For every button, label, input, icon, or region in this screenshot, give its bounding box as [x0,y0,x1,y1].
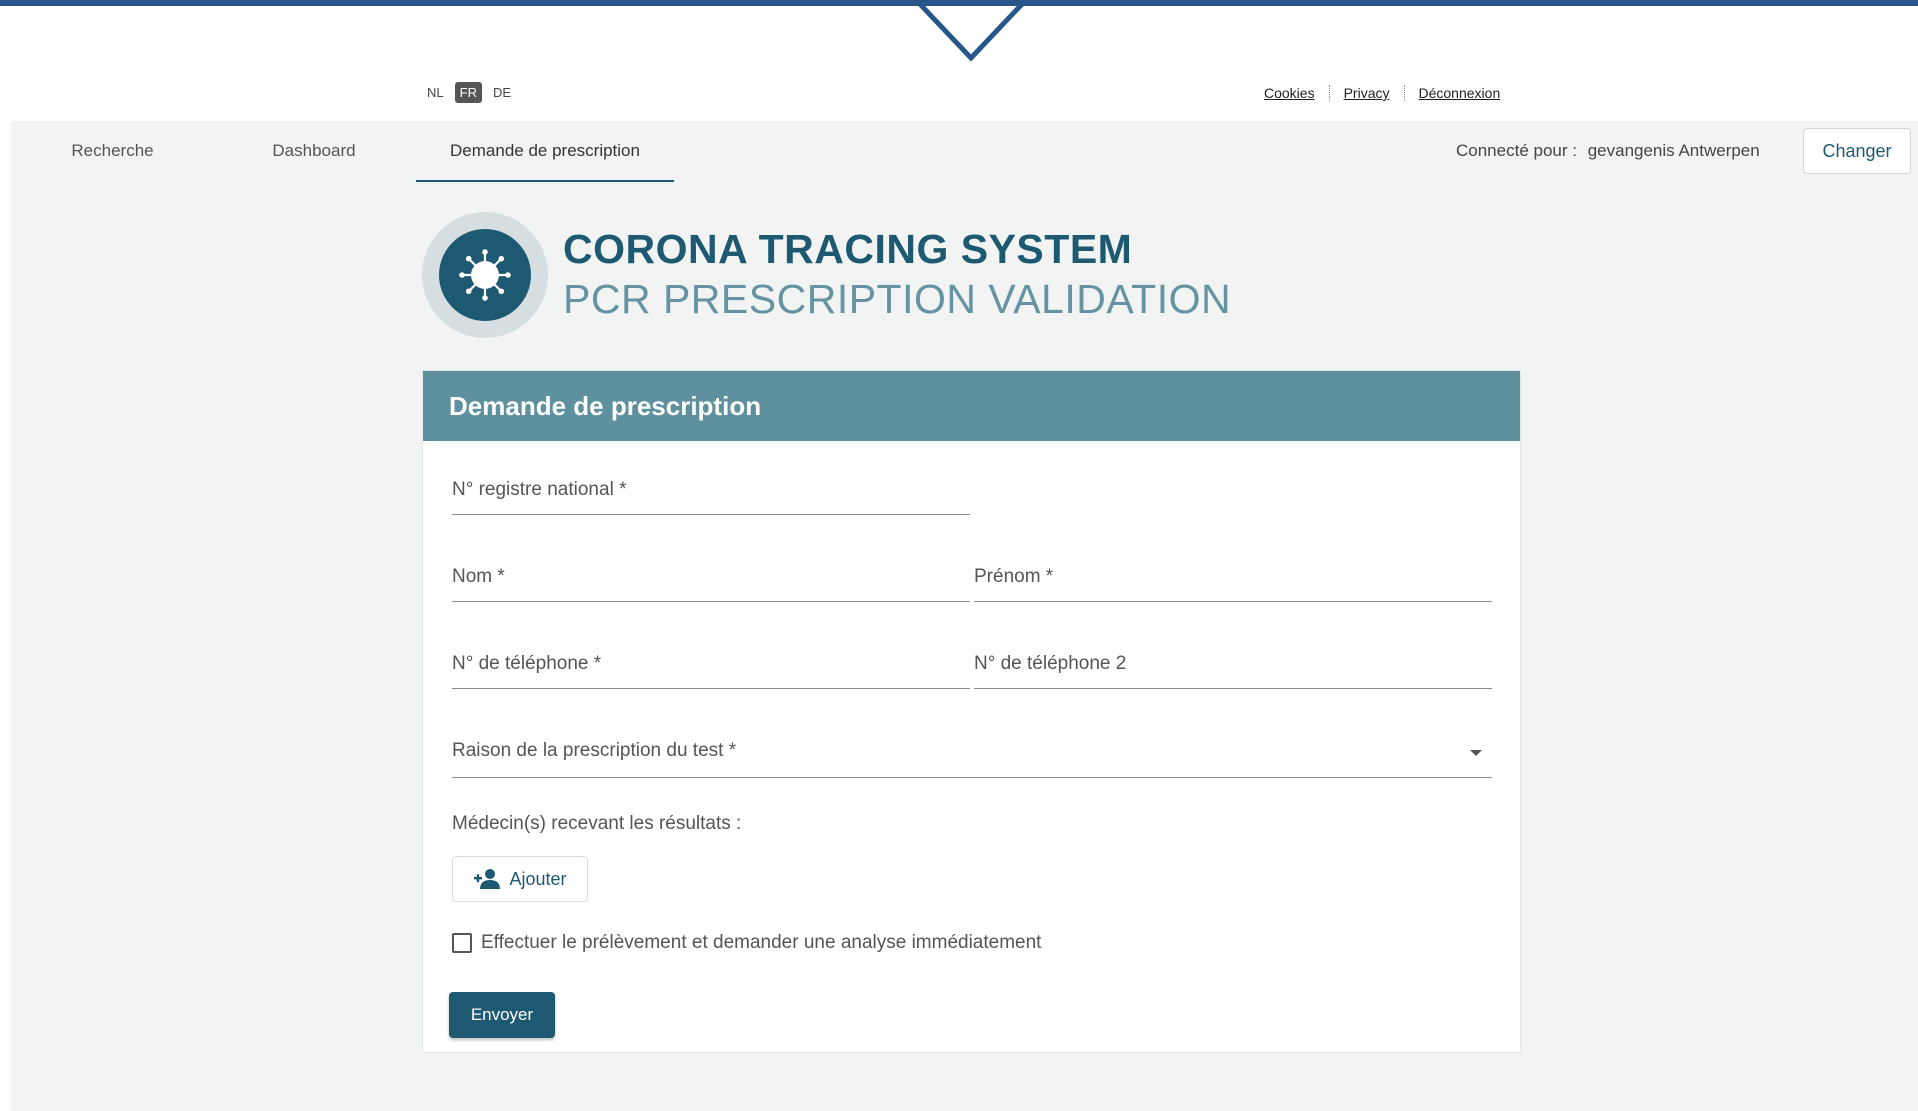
app-title: CORONA TRACING SYSTEM [563,226,1133,272]
submit-button[interactable]: Envoyer [449,992,555,1038]
dropdown-arrow-icon [1470,750,1482,756]
logo [422,212,548,338]
phone-label: N° de téléphone * [452,653,602,674]
connected-info: Connecté pour : gevangenis Antwerpen [1456,141,1760,161]
lang-nl[interactable]: NL [422,82,449,103]
reason-label: Raison de la prescription du test * [452,740,737,761]
tab-recherche[interactable]: Recherche [11,121,214,182]
tab-demande-de-prescription[interactable]: Demande de prescription [416,121,674,182]
phone2-label: N° de téléphone 2 [974,653,1127,674]
logo-badge [439,229,531,321]
tab-dashboard[interactable]: Dashboard [214,121,414,182]
top-links: Cookies Privacy Déconnexion [1264,85,1500,101]
national-register-label: N° registre national * [452,479,627,500]
first-name-label: Prénom * [974,566,1054,587]
change-organization-button[interactable]: Changer [1803,128,1911,174]
main-nav: Recherche Dashboard Demande de prescript… [11,121,674,183]
phone-field[interactable]: N° de téléphone * [452,649,970,689]
divider [1328,85,1330,101]
reason-select[interactable]: Raison de la prescription du test * [452,736,1492,778]
add-person-icon [474,869,501,889]
phone2-field[interactable]: N° de téléphone 2 [974,649,1492,689]
connected-label: Connecté pour : [1456,141,1577,160]
organization-name: gevangenis Antwerpen [1587,141,1760,160]
lang-fr[interactable]: FR [454,82,482,103]
immediate-analysis-row: Effectuer le prélèvement et demander une… [452,932,1041,954]
app-subtitle: PCR PRESCRIPTION VALIDATION [563,276,1232,322]
immediate-analysis-label[interactable]: Effectuer le prélèvement et demander une… [481,932,1041,954]
add-doctor-button[interactable]: Ajouter [452,856,588,902]
form-heading: Demande de prescription [423,371,1520,441]
chevron-down-icon [916,0,1026,62]
divider [1403,85,1405,101]
lang-de[interactable]: DE [488,82,516,103]
cookies-link[interactable]: Cookies [1264,85,1315,101]
add-doctor-label: Ajouter [509,868,567,889]
prescription-form-card: Demande de prescription N° registre nati… [422,370,1521,1053]
language-switcher: NL FR DE [422,82,516,103]
doctors-label: Médecin(s) recevant les résultats : [452,813,742,834]
first-name-field[interactable]: Prénom * [974,562,1492,602]
virus-icon [459,249,511,301]
last-name-label: Nom * [452,566,505,587]
national-register-field[interactable]: N° registre national * [452,475,970,515]
logout-link[interactable]: Déconnexion [1419,85,1501,101]
immediate-analysis-checkbox[interactable] [452,933,472,953]
last-name-field[interactable]: Nom * [452,562,970,602]
privacy-link[interactable]: Privacy [1344,85,1390,101]
